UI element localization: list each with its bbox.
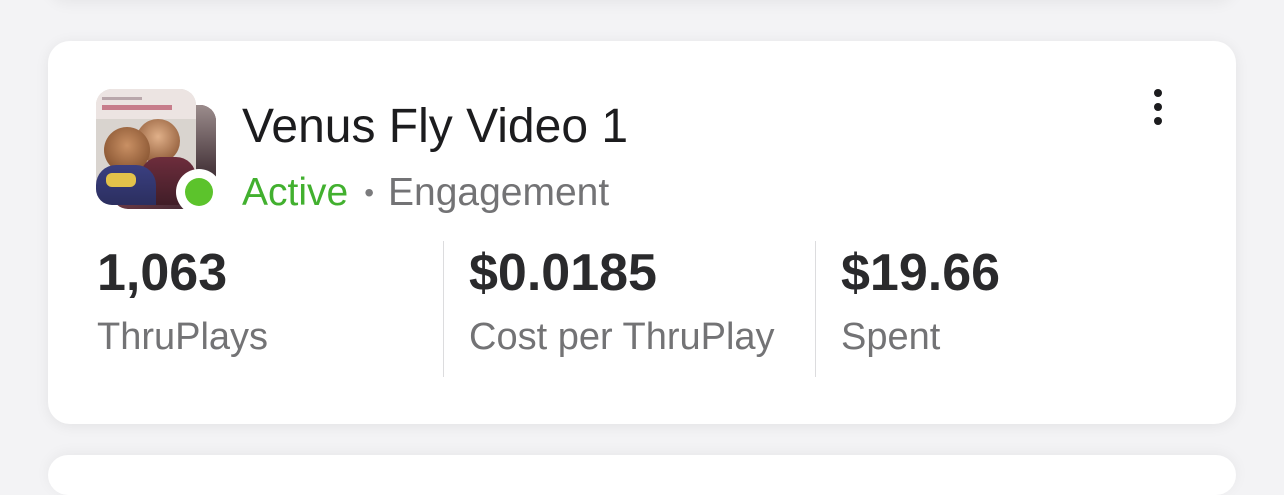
metric-divider — [443, 241, 444, 377]
metric-spent: $19.66 Spent — [841, 241, 1000, 377]
more-vertical-icon[interactable] — [1138, 85, 1178, 129]
metric-label: Cost per ThruPlay — [469, 316, 775, 358]
metric-divider — [815, 241, 816, 377]
next-card-edge — [48, 455, 1236, 495]
campaign-subline: Active • Engagement — [242, 169, 609, 220]
objective-label: Engagement — [388, 171, 610, 214]
metric-value: $0.0185 — [469, 244, 657, 302]
metric-label: Spent — [841, 316, 941, 358]
separator-dot: • — [364, 177, 375, 208]
campaign-title: Venus Fly Video 1 — [242, 100, 629, 153]
metric-value: 1,063 — [97, 244, 228, 302]
metric-thruplays: 1,063 ThruPlays — [97, 241, 268, 377]
metric-cost-per-thruplay: $0.0185 Cost per ThruPlay — [469, 241, 775, 377]
campaign-card[interactable]: Venus Fly Video 1 Active • Engagement 1,06… — [48, 41, 1236, 424]
status-label: Active — [242, 171, 349, 214]
status-dot-icon — [185, 178, 213, 206]
metric-value: $19.66 — [841, 244, 1001, 302]
metric-label: ThruPlays — [97, 316, 269, 358]
